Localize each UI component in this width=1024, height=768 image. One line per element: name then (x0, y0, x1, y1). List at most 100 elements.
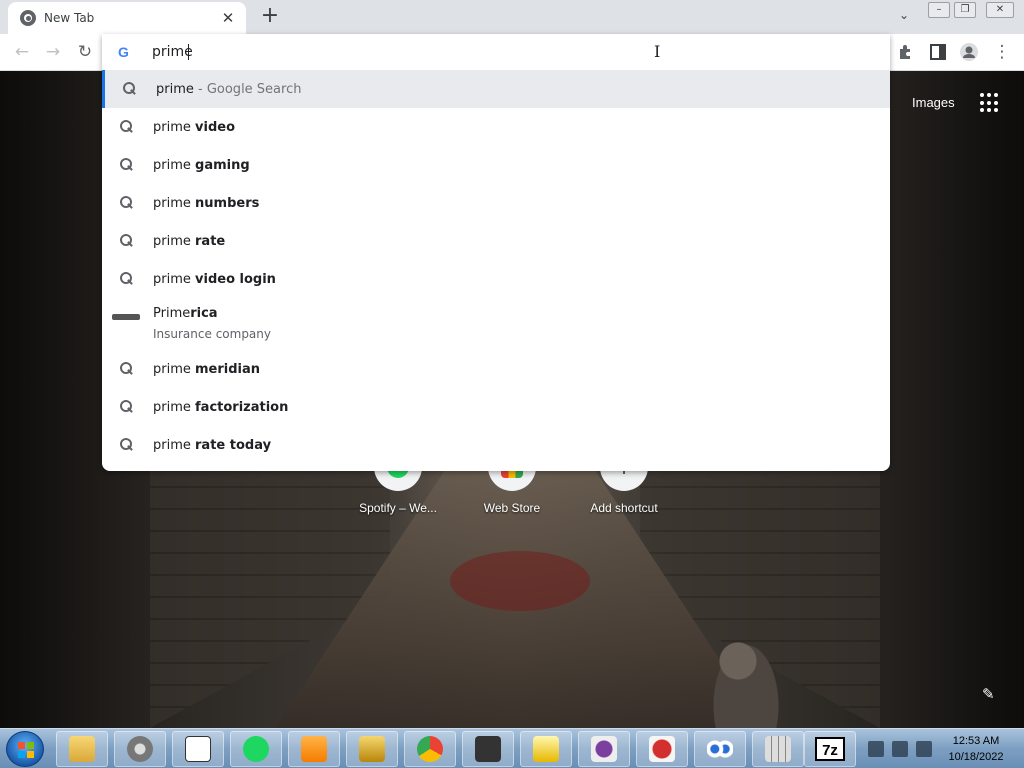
suggestion-text: prime - Google Search (156, 82, 301, 97)
images-link[interactable]: Images (912, 95, 955, 110)
volume-icon[interactable] (916, 741, 932, 757)
taskbar-chrome-icon[interactable] (404, 731, 456, 767)
suggestion-item[interactable]: prime factorization (102, 388, 890, 426)
taskbar-media-player-icon[interactable] (288, 731, 340, 767)
back-button[interactable]: ← (10, 40, 34, 64)
chrome-menu-button[interactable]: ⋮ (990, 40, 1014, 64)
side-panel-icon[interactable] (928, 42, 948, 62)
suggestion-typed: prime (156, 81, 194, 97)
tab-search-chevron-icon[interactable]: ⌄ (894, 8, 914, 28)
customize-pencil-icon[interactable]: ✎ (982, 685, 995, 703)
action-center-flag-icon[interactable] (892, 741, 908, 757)
suggestion-text: prime video login (153, 272, 276, 287)
background-doll-figure (706, 631, 786, 728)
taskbar-7zip-icon[interactable]: 7z (804, 731, 856, 767)
suggestion-item[interactable]: prime meridian (102, 350, 890, 388)
suggestion-item[interactable]: prime gaming (102, 146, 890, 184)
suggestion-item[interactable]: prime rate today (102, 426, 890, 464)
suggestion-text: prime rate today (153, 438, 271, 453)
search-icon (120, 120, 134, 134)
suggestion-completion: numbers (195, 195, 260, 211)
suggestion-typed: prime (153, 195, 196, 211)
suggestion-completion: rate (195, 233, 226, 249)
suggestion-item[interactable]: prime - Google Search (102, 70, 890, 108)
taskbar-spades-icon[interactable] (520, 731, 572, 767)
clock-time: 12:53 AM (952, 735, 1000, 747)
new-tab-button[interactable]: + (258, 5, 282, 29)
background-stain (450, 551, 590, 611)
search-icon (120, 362, 134, 376)
tab-new-tab[interactable]: New Tab ✕ (8, 2, 246, 34)
search-icon (120, 234, 134, 248)
shortcut-label: Spotify – We... (359, 501, 437, 515)
google-apps-grid-icon[interactable] (980, 93, 1000, 113)
taskbar-explorer-folder-icon[interactable] (56, 731, 108, 767)
search-icon (120, 400, 134, 414)
window-close-button[interactable]: ✕ (986, 2, 1014, 18)
search-icon (123, 82, 137, 96)
forward-button[interactable]: → (41, 40, 65, 64)
omnibox: G (102, 34, 890, 70)
suggestion-typed: prime (153, 361, 196, 377)
suggestion-completion: meridian (195, 361, 261, 377)
suggestion-subtitle: Insurance company (153, 327, 271, 341)
shortcut-label: Add shortcut (590, 501, 658, 515)
taskbar-dice-icon[interactable] (462, 731, 514, 767)
tab-title: New Tab (44, 11, 95, 25)
maximize-button[interactable]: ❐ (954, 2, 976, 18)
reload-button[interactable]: ↻ (73, 40, 97, 64)
minimize-button[interactable]: – (928, 2, 950, 18)
suggestion-completion: - Google Search (193, 81, 302, 97)
suggestion-item[interactable]: prime video login (102, 260, 890, 298)
search-icon (120, 196, 134, 210)
suggestion-text: prime meridian (153, 362, 260, 377)
suggestion-typed: prime (153, 399, 196, 415)
search-icon (120, 158, 134, 172)
suggestion-typed: prime (153, 119, 196, 135)
omnibox-dropdown: G prime - Google Searchprime videoprime … (102, 34, 890, 471)
suggestion-item[interactable]: prime rate (102, 222, 890, 260)
taskbar-eyes-icon[interactable] (694, 731, 746, 767)
google-g-icon: G (118, 44, 129, 60)
suggestion-text: prime factorization (153, 400, 288, 415)
shortcut-label: Web Store (483, 501, 541, 515)
mouse-ibeam-cursor-icon: I (654, 42, 661, 61)
suggestion-completion: video (195, 119, 235, 135)
suggestion-text: prime numbers (153, 196, 259, 211)
suggestion-item[interactable]: prime numbers (102, 184, 890, 222)
entity-logo-icon (112, 314, 140, 320)
suggestion-typed: prime (153, 437, 196, 453)
taskbar-spotify-icon[interactable] (230, 731, 282, 767)
suggestion-entity[interactable]: Primerica Insurance company (102, 298, 890, 350)
windows-taskbar: 7z 12:53 AM 10/18/2022 (0, 728, 1024, 768)
suggestion-text: prime rate (153, 234, 225, 249)
chrome-favicon-icon (20, 10, 36, 26)
clock[interactable]: 12:53 AM 10/18/2022 (942, 733, 1010, 765)
suggestion-completion: rate today (195, 437, 272, 453)
taskbar-chess-king-icon[interactable] (346, 731, 398, 767)
suggestion-typed: prime (153, 233, 196, 249)
tab-close-icon[interactable]: ✕ (220, 10, 236, 26)
taskbar-settings-gear-icon[interactable] (114, 731, 166, 767)
suggestion-typed: prime (153, 271, 196, 287)
start-button-windows-icon[interactable] (6, 731, 44, 767)
address-bar-input[interactable] (152, 42, 852, 62)
search-icon (120, 438, 134, 452)
suggestion-text: prime gaming (153, 158, 250, 173)
taskbar-solitaire-cards-icon[interactable] (172, 731, 224, 767)
clock-date: 10/18/2022 (948, 751, 1004, 763)
taskbar-hearts-icon[interactable] (636, 731, 688, 767)
taskbar-spider-solitaire-icon[interactable] (578, 731, 630, 767)
suggestion-completion: gaming (195, 157, 250, 173)
suggestion-text: prime video (153, 120, 235, 135)
suggestion-item[interactable]: prime video (102, 108, 890, 146)
suggestion-completion: factorization (195, 399, 289, 415)
network-icon[interactable] (868, 741, 884, 757)
suggestion-text: Primerica (153, 306, 218, 321)
7zip-label: 7z (815, 737, 845, 761)
extensions-puzzle-icon[interactable] (896, 42, 916, 62)
text-caret (188, 44, 189, 60)
taskbar-mahjong-tiles-icon[interactable] (752, 731, 804, 767)
search-icon (120, 272, 134, 286)
profile-avatar-icon[interactable] (959, 42, 979, 62)
